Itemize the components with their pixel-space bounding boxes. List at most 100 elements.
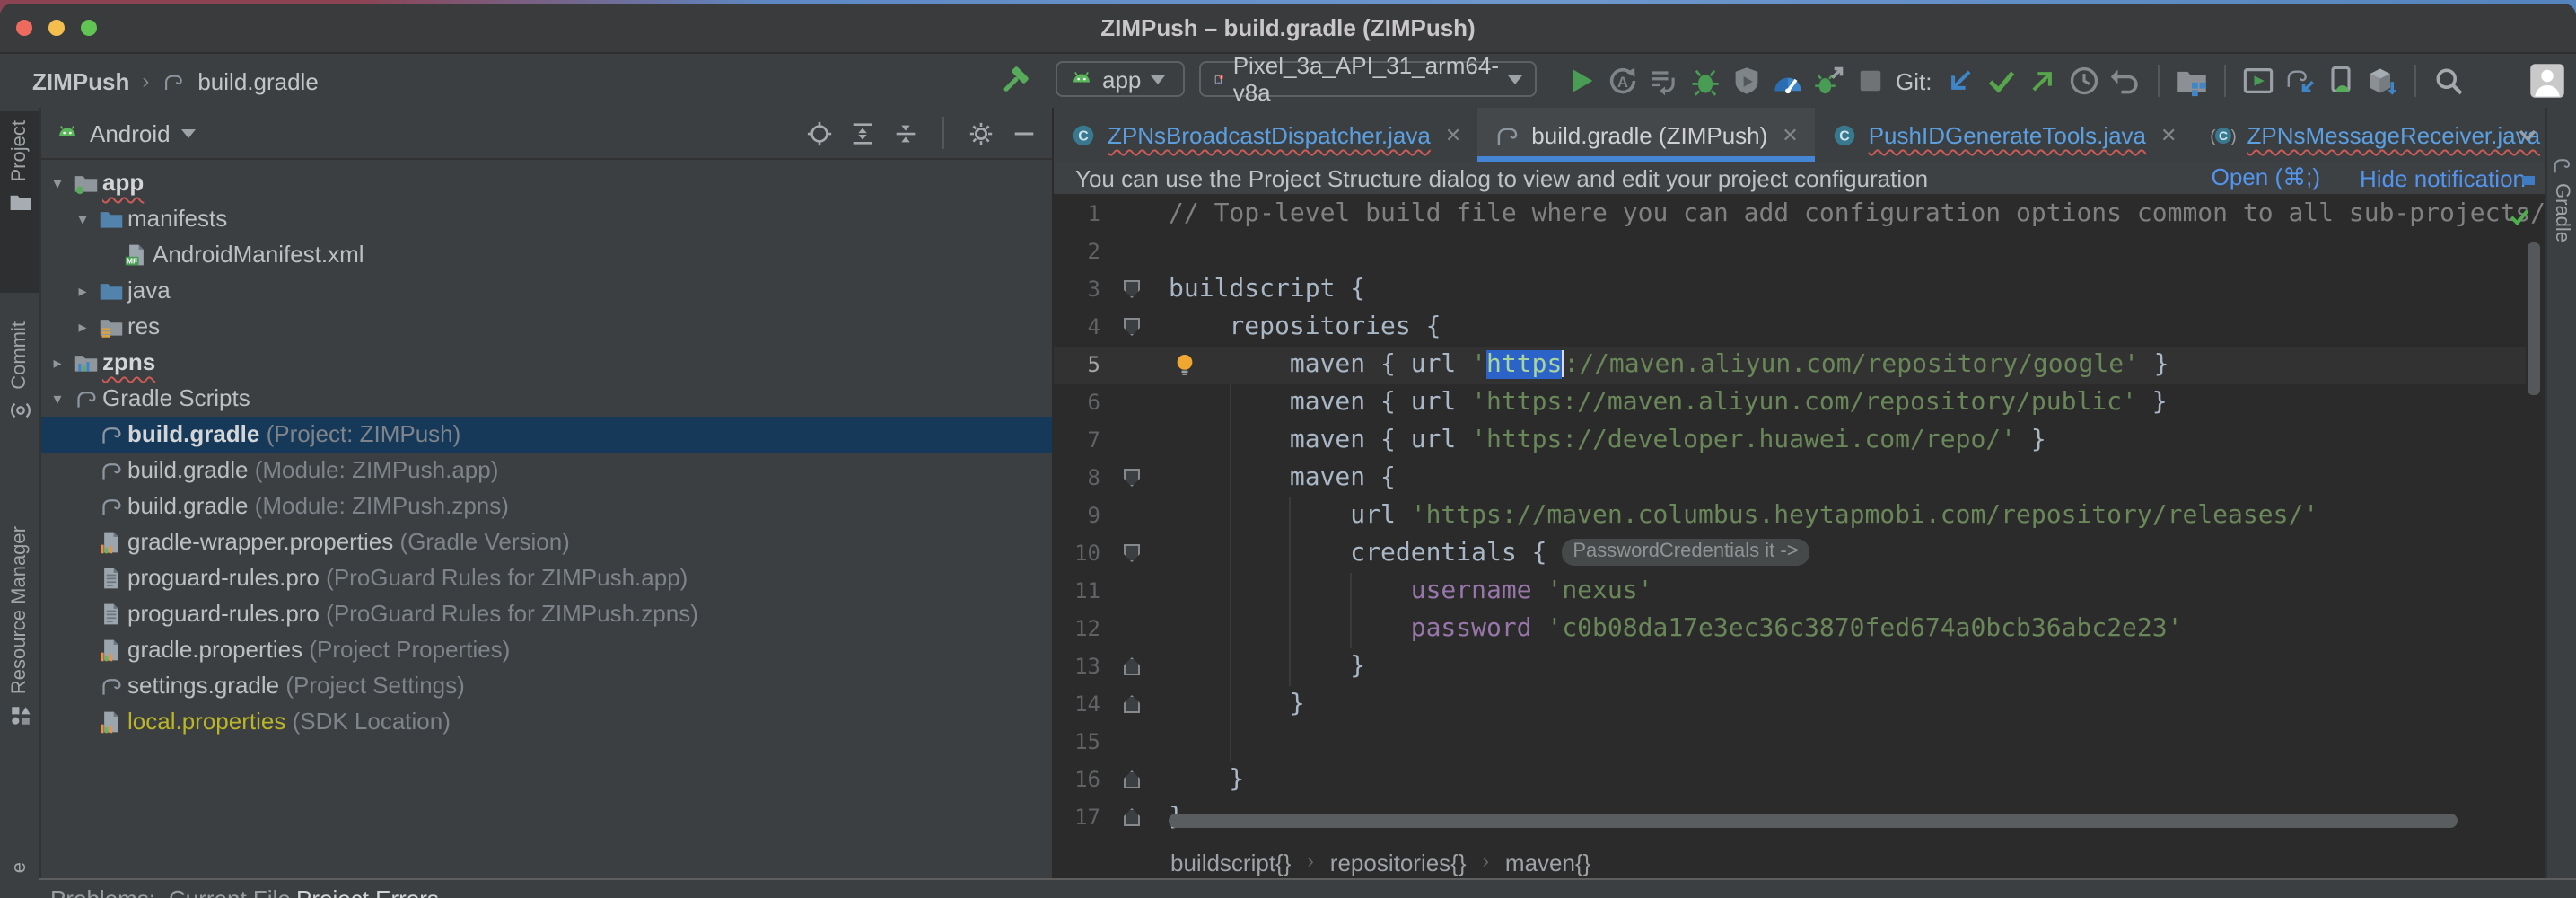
tree-row-java[interactable]: ▸java: [41, 273, 1052, 309]
tree-row-androidmanifest-xml[interactable]: MFAndroidManifest.xml: [41, 237, 1052, 273]
fold-marker-icon[interactable]: [1124, 657, 1140, 675]
tree-row-gradle-wrapper-properties[interactable]: gradle-wrapper.properties (Gradle Versio…: [41, 524, 1052, 560]
editor-tab-build-gradle-zimpush-[interactable]: build.gradle (ZIMPush)✕: [1477, 108, 1814, 162]
debug-icon[interactable]: [1689, 65, 1722, 97]
chevron-collapsed-icon[interactable]: ▸: [74, 273, 92, 309]
sdk-manager-icon[interactable]: [2366, 65, 2398, 97]
gear-icon[interactable]: [968, 119, 994, 146]
code-line[interactable]: maven { url 'https://maven.aliyun.com/re…: [1169, 347, 2169, 384]
tree-row-local-properties[interactable]: local.properties (SDK Location): [41, 704, 1052, 740]
search-icon[interactable]: [2432, 65, 2465, 97]
select-opened-file-button[interactable]: [806, 119, 833, 146]
tree-row-build-gradle[interactable]: build.gradle (Project: ZIMPush): [41, 417, 1052, 453]
tree-row-build-gradle[interactable]: build.gradle (Module: ZIMPush.zpns): [41, 489, 1052, 524]
gradle-icon[interactable]: [2551, 154, 2572, 176]
chevron-expanded-icon[interactable]: ▾: [48, 165, 66, 201]
horizontal-scrollbar[interactable]: [1169, 814, 2458, 828]
git-commit-icon[interactable]: [1985, 65, 2018, 97]
run-icon[interactable]: [1565, 65, 1598, 97]
fold-marker-icon[interactable]: [1124, 808, 1140, 826]
vertical-scrollbar[interactable]: [2528, 242, 2540, 395]
apply-changes-icon[interactable]: A: [1607, 65, 1639, 97]
code-line[interactable]: credentials { PasswordCredentials it ->: [1169, 535, 1809, 573]
tree-row-build-gradle[interactable]: build.gradle (Module: ZIMPush.app): [41, 453, 1052, 489]
project-view-select[interactable]: Android: [90, 119, 171, 146]
breadcrumb-file[interactable]: build.gradle: [197, 67, 318, 94]
chevron-down-icon[interactable]: [181, 128, 196, 137]
tree-row-proguard-rules-pro[interactable]: proguard-rules.pro (ProGuard Rules for Z…: [41, 596, 1052, 632]
notification-hide-link[interactable]: Hide notification: [2360, 164, 2526, 191]
gradle-sync-icon[interactable]: [2283, 65, 2316, 97]
git-update-icon[interactable]: [1944, 65, 1976, 97]
tree-row-proguard-rules-pro[interactable]: proguard-rules.pro (ProGuard Rules for Z…: [41, 560, 1052, 596]
chevron-collapsed-icon[interactable]: ▸: [74, 309, 92, 345]
code-line[interactable]: maven {: [1169, 460, 1396, 497]
gradle-toolwindow-button[interactable]: Gradle: [2551, 183, 2572, 242]
chevron-expanded-icon[interactable]: ▾: [74, 201, 92, 237]
toolwindow-button-project[interactable]: Project: [0, 111, 39, 293]
device-select[interactable]: Pixel_3a_API_31_arm64-v8a: [1199, 61, 1537, 97]
code-line[interactable]: username 'nexus': [1169, 573, 1653, 611]
breadcrumb-item[interactable]: buildscript{}: [1170, 849, 1291, 876]
run-toolwindow-icon[interactable]: [2242, 65, 2274, 97]
build-hammer-button[interactable]: [998, 65, 1030, 97]
tree-row-gradle-scripts[interactable]: ▾Gradle Scripts: [41, 381, 1052, 417]
code-line[interactable]: buildscript {: [1169, 271, 1365, 309]
coverage-icon[interactable]: [1730, 65, 1763, 97]
code-line[interactable]: password 'c0b08da17e3ec36c3870fed674a0bc…: [1169, 611, 2183, 648]
code-line[interactable]: url 'https://maven.columbus.heytapmobi.c…: [1169, 497, 2318, 535]
editor-tab-zpnsbroadcastdispatcher-java[interactable]: CZPNsBroadcastDispatcher.java✕: [1054, 108, 1477, 162]
problems-tab-problems-[interactable]: Problems:: [50, 884, 155, 898]
notification-open-link[interactable]: Open (⌘;): [2212, 163, 2320, 192]
close-icon[interactable]: ✕: [1445, 123, 1461, 146]
toolwindow-button-commit[interactable]: Commit: [0, 313, 39, 469]
inspections-ok-icon[interactable]: [2508, 205, 2531, 228]
git-push-icon[interactable]: [2027, 65, 2059, 97]
fold-marker-icon[interactable]: [1124, 318, 1140, 336]
close-icon[interactable]: ✕: [1782, 123, 1798, 146]
project-structure-icon[interactable]: [2176, 65, 2208, 97]
code-line[interactable]: }: [1169, 762, 1244, 799]
problems-tab-current-file[interactable]: Current File: [169, 884, 291, 898]
code-line[interactable]: }: [1169, 648, 1365, 686]
chevron-collapsed-icon[interactable]: ▸: [48, 345, 66, 381]
fold-marker-icon[interactable]: [1124, 695, 1140, 713]
problems-tab-project-errors[interactable]: Project Errors: [296, 884, 439, 898]
profiler-icon[interactable]: [1772, 65, 1804, 97]
tree-row-manifests[interactable]: ▾manifests: [41, 201, 1052, 237]
avatar[interactable]: [2529, 63, 2565, 99]
tree-row-gradle-properties[interactable]: gradle.properties (Project Properties): [41, 632, 1052, 668]
tree-row-app[interactable]: ▾app: [41, 165, 1052, 201]
tree-row-res[interactable]: ▸res: [41, 309, 1052, 345]
code-line[interactable]: }: [1169, 686, 1305, 724]
breadcrumb-item[interactable]: maven{}: [1505, 849, 1590, 876]
code-editor[interactable]: 1// Top-level build file where you can a…: [1054, 196, 2547, 844]
breadcrumb-item[interactable]: repositories{}: [1330, 849, 1467, 876]
fold-marker-icon[interactable]: [1124, 469, 1140, 487]
tree-row-zpns[interactable]: ▸zpns: [41, 345, 1052, 381]
toolwindow-button-resource-manager[interactable]: Resource Manager: [0, 517, 39, 742]
titlebar[interactable]: ZIMPush – build.gradle (ZIMPush): [0, 4, 2576, 54]
chevron-expanded-icon[interactable]: ▾: [48, 381, 66, 417]
device-manager-icon[interactable]: [2325, 65, 2357, 97]
hidden-tabs-button[interactable]: [2513, 120, 2542, 149]
code-line[interactable]: maven { url 'https://maven.aliyun.com/re…: [1169, 384, 2168, 422]
code-line[interactable]: repositories {: [1169, 309, 1441, 347]
expand-all-button[interactable]: [849, 119, 876, 146]
breadcrumb-project[interactable]: ZIMPush: [32, 67, 129, 94]
history-icon[interactable]: [2068, 65, 2100, 97]
rollback-icon[interactable]: [2109, 65, 2142, 97]
attach-debugger-icon[interactable]: [1813, 65, 1845, 97]
tree-row-settings-gradle[interactable]: settings.gradle (Project Settings): [41, 668, 1052, 704]
fold-marker-icon[interactable]: [1124, 770, 1140, 788]
fold-marker-icon[interactable]: [1124, 280, 1140, 298]
collapse-all-button[interactable]: [892, 119, 919, 146]
hide-panel-button[interactable]: [1011, 119, 1038, 146]
stop-icon[interactable]: [1854, 65, 1887, 97]
close-icon[interactable]: ✕: [2160, 123, 2177, 146]
code-line[interactable]: // Top-level build file where you can ad…: [1169, 196, 2547, 233]
editor-tab-pushidgeneratetools-java[interactable]: CPushIDGenerateTools.java✕: [1815, 108, 2194, 162]
fold-marker-icon[interactable]: [1124, 544, 1140, 562]
apply-code-changes-icon[interactable]: [1648, 65, 1680, 97]
code-line[interactable]: maven { url 'https://developer.huawei.co…: [1169, 422, 2046, 460]
